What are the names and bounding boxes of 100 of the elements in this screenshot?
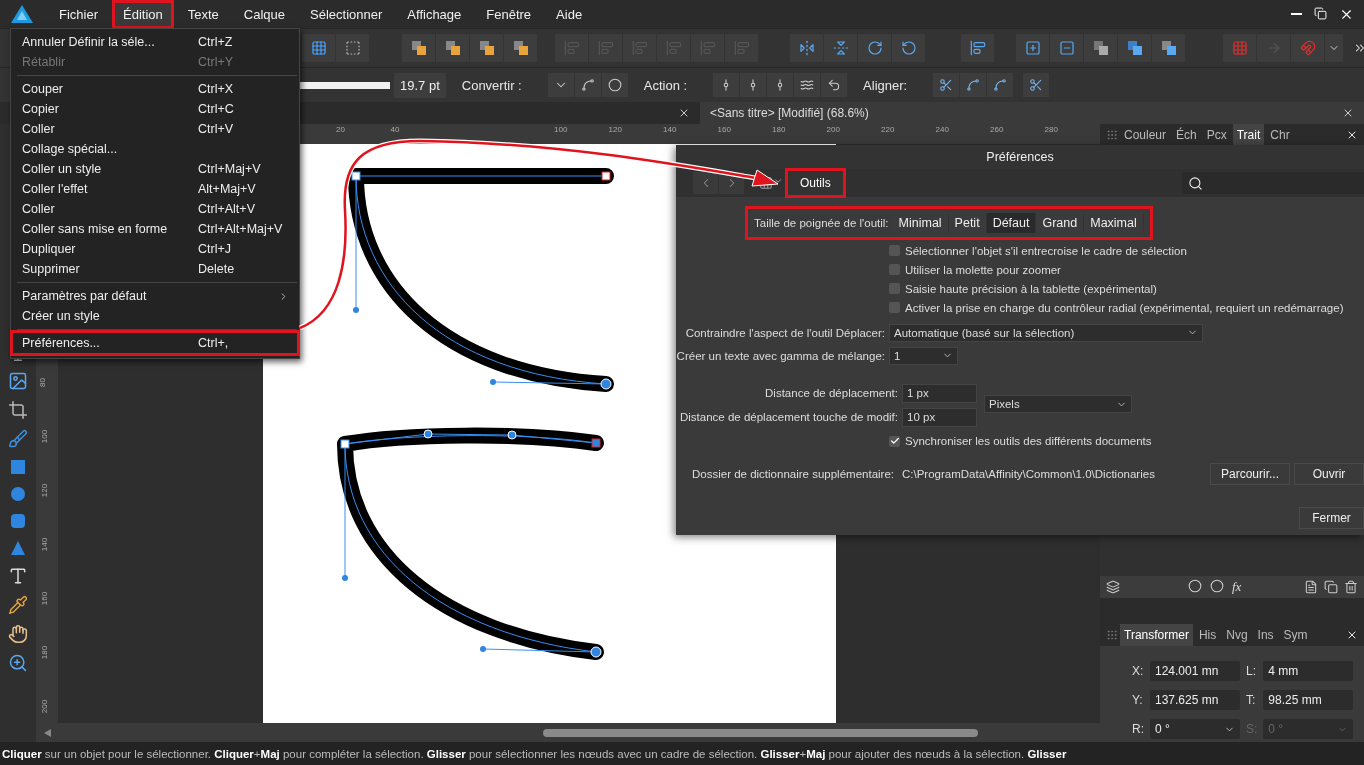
boolean-intersect-icon bbox=[1092, 40, 1109, 56]
zoom-icon bbox=[8, 653, 28, 673]
segment-option[interactable]: Défaut bbox=[986, 213, 1036, 233]
toolbar-button[interactable] bbox=[504, 34, 537, 62]
toolbar-button[interactable] bbox=[1152, 34, 1185, 62]
input-field[interactable]: 137.625 mn bbox=[1150, 690, 1240, 710]
toolbar-button[interactable] bbox=[713, 73, 740, 97]
input-field[interactable]: 4 mm bbox=[1263, 660, 1354, 681]
checkbox[interactable] bbox=[889, 283, 900, 294]
menu-item[interactable]: Coller un style Ctrl+Maj+V bbox=[13, 159, 297, 179]
panel-tab[interactable]: Sym bbox=[1279, 624, 1312, 646]
caret-icon bbox=[773, 176, 783, 186]
dialog-button[interactable]: Ouvrir bbox=[1294, 463, 1364, 485]
menu-item[interactable]: Coller Ctrl+V bbox=[13, 119, 297, 139]
toolbar-button[interactable] bbox=[574, 73, 601, 97]
toolbar-button[interactable] bbox=[601, 73, 628, 97]
menu-item[interactable]: Dupliquer Ctrl+J bbox=[13, 239, 297, 259]
toolbar-button[interactable] bbox=[1023, 73, 1050, 97]
menu-item[interactable]: Édition bbox=[114, 1, 172, 27]
toolbar-button[interactable] bbox=[892, 34, 925, 62]
ruler-number: 120 bbox=[608, 125, 622, 134]
panel-tab[interactable]: Trait bbox=[1232, 124, 1265, 146]
ruler-number: 200 bbox=[40, 699, 50, 714]
panel-tab[interactable]: Pcx bbox=[1202, 124, 1231, 146]
toolbar-button[interactable] bbox=[821, 73, 848, 97]
checkbox[interactable] bbox=[889, 435, 900, 447]
toolbar-button[interactable] bbox=[740, 73, 767, 97]
panel-tab[interactable]: His bbox=[1194, 624, 1221, 646]
menu-item[interactable]: Coller sans mise en forme Ctrl+Alt+Maj+V bbox=[13, 219, 297, 239]
segment-option[interactable]: Petit bbox=[948, 213, 986, 233]
toolbar-button[interactable] bbox=[960, 73, 987, 97]
color-picker-icon bbox=[8, 595, 28, 615]
stroke-width-slider[interactable] bbox=[300, 81, 390, 89]
dropdown-field[interactable]: 0 ° bbox=[1150, 719, 1240, 740]
input-field[interactable]: 98.25 mm bbox=[1263, 690, 1354, 710]
scrollbar-thumb[interactable] bbox=[543, 728, 978, 737]
menu-item[interactable]: Coller l'effet Alt+Maj+V bbox=[13, 179, 297, 199]
close-button[interactable]: Fermer bbox=[1299, 507, 1364, 529]
menu-item[interactable]: Préférences... Ctrl+, bbox=[13, 333, 297, 353]
menu-item[interactable]: Fichier bbox=[50, 1, 107, 27]
menu-item[interactable]: Collage spécial... bbox=[13, 139, 297, 159]
setting-label: Distance de déplacement: bbox=[764, 387, 898, 399]
menu-item[interactable]: Calque bbox=[234, 1, 295, 27]
input-field[interactable]: 10 px bbox=[902, 407, 977, 427]
toolbar-button[interactable] bbox=[1118, 34, 1151, 62]
menu-item[interactable]: Annuler Définir la séle... Ctrl+Z bbox=[13, 32, 297, 52]
toolbar-button[interactable] bbox=[933, 73, 960, 97]
toolbar-button[interactable] bbox=[767, 73, 794, 97]
dropdown-field[interactable]: Automatique (basé sur la sélection) bbox=[889, 323, 1203, 342]
menu-item[interactable]: Coller Ctrl+Alt+V bbox=[13, 199, 297, 219]
toolbar-button[interactable] bbox=[987, 73, 1014, 97]
toolbar-button[interactable] bbox=[794, 73, 821, 97]
document-tab[interactable]: <Sans titre> [Modifié] (68.6%) bbox=[700, 102, 1364, 124]
toolbar-button[interactable] bbox=[302, 34, 335, 62]
segment-option[interactable]: Grand bbox=[1036, 213, 1084, 233]
menu-item[interactable]: Texte bbox=[178, 1, 228, 27]
search-icon bbox=[1188, 175, 1203, 191]
arrange-icon bbox=[410, 40, 427, 56]
menu-item[interactable]: Créer un style bbox=[13, 306, 297, 326]
toolbar-button[interactable] bbox=[470, 34, 503, 62]
panel-tab[interactable]: Chr bbox=[1266, 124, 1294, 146]
menu-item[interactable]: Affichage bbox=[398, 1, 471, 27]
menu-item[interactable]: Copier Ctrl+C bbox=[13, 99, 297, 119]
segment-option[interactable]: Minimal bbox=[892, 213, 948, 233]
menu-item[interactable]: Paramètres par défaut bbox=[13, 286, 297, 306]
field-label: Y: bbox=[1132, 693, 1144, 707]
toolbar-button[interactable] bbox=[1084, 34, 1117, 62]
flip-icon bbox=[798, 40, 815, 56]
panel-tab[interactable]: Couleur bbox=[1120, 124, 1171, 146]
checkbox[interactable] bbox=[889, 245, 900, 256]
menu-item[interactable]: Supprimer Delete bbox=[13, 259, 297, 279]
panel-tab[interactable]: Ins bbox=[1253, 624, 1278, 646]
menu-item[interactable]: Couper Ctrl+X bbox=[13, 79, 297, 99]
back-button[interactable] bbox=[693, 172, 718, 194]
menu-item[interactable]: Fenêtre bbox=[477, 1, 541, 27]
panel-tab[interactable]: Éch bbox=[1172, 124, 1201, 146]
menu-item[interactable]: Sélectionner bbox=[301, 1, 392, 27]
dialog-button[interactable]: Parcourir... bbox=[1209, 463, 1290, 485]
smart-node-icon bbox=[607, 78, 622, 92]
toolbar-button[interactable] bbox=[858, 34, 891, 62]
panel-tab[interactable]: Transformer bbox=[1120, 624, 1193, 646]
checkbox[interactable] bbox=[889, 302, 900, 313]
checkbox[interactable] bbox=[889, 264, 900, 275]
panel-tab[interactable]: Nvg bbox=[1222, 624, 1252, 646]
toolbar-button[interactable] bbox=[790, 34, 823, 62]
menu-item[interactable]: Aide bbox=[547, 1, 592, 27]
input-field[interactable]: 124.001 mn bbox=[1150, 660, 1240, 681]
search-field[interactable] bbox=[1182, 172, 1364, 194]
section-button[interactable]: Outils bbox=[788, 171, 843, 195]
duplicate-icon bbox=[1324, 580, 1338, 594]
toolbar-button[interactable] bbox=[961, 34, 994, 62]
dropdown-field[interactable]: Pixels bbox=[984, 395, 1132, 413]
toolbar-button[interactable] bbox=[402, 34, 435, 62]
scroll-left-icon[interactable] bbox=[44, 728, 51, 737]
input-field[interactable]: 1 px bbox=[902, 383, 977, 403]
folder-path: C:\ProgramData\Affinity\Common\1.0\Dictionaries bbox=[902, 468, 1155, 480]
dropdown-field[interactable]: 1 bbox=[889, 346, 958, 365]
setting-label: Créer un texte avec gamma de mélange: bbox=[676, 349, 885, 362]
segment-option[interactable]: Maximal bbox=[1084, 213, 1143, 233]
toolbar-button[interactable] bbox=[436, 34, 469, 62]
